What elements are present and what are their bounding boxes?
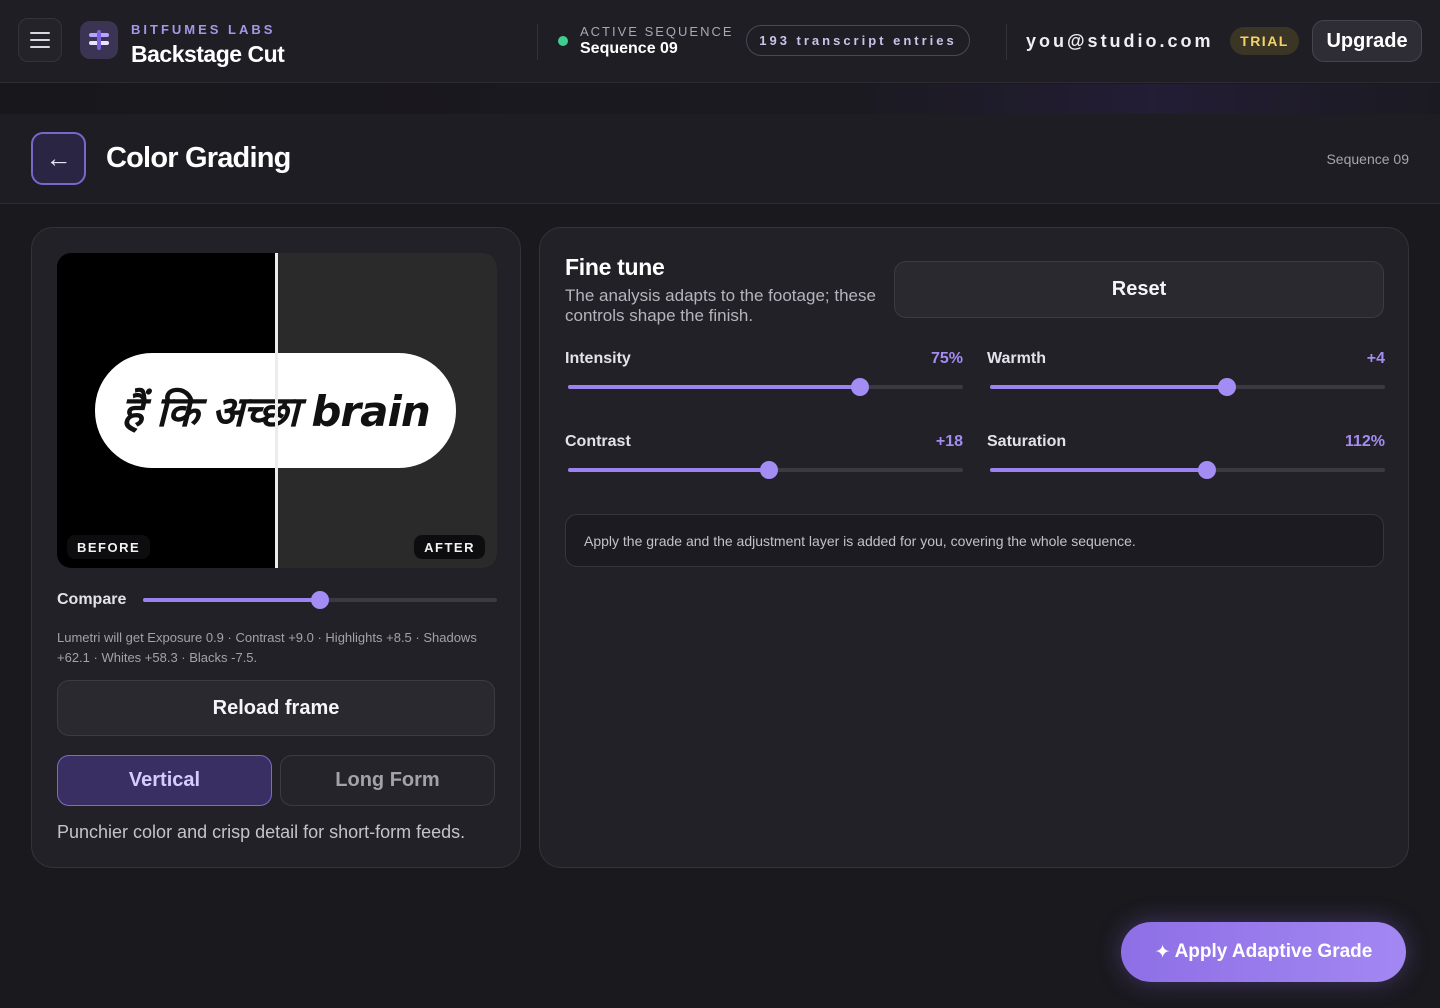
slider-thumb[interactable] <box>311 591 329 609</box>
compare-label: Compare <box>57 591 127 608</box>
intensity-control: Intensity 75% <box>565 350 963 410</box>
slider-fill <box>990 385 1227 389</box>
divider <box>1006 24 1007 60</box>
arrow-left-icon: ← <box>45 143 72 173</box>
reset-button[interactable]: Reset <box>894 261 1384 318</box>
active-sequence-label: ACTIVE SEQUENCE <box>580 24 734 39</box>
fine-tune-description: The analysis adapts to the footage; thes… <box>565 286 876 325</box>
warmth-slider[interactable] <box>990 378 1385 396</box>
warmth-label: Warmth <box>987 350 1046 367</box>
slider-fill <box>568 468 770 472</box>
after-badge: AFTER <box>414 535 485 559</box>
status-dot-icon <box>558 36 568 46</box>
compare-divider-handle[interactable] <box>275 253 278 568</box>
contrast-control: Contrast +18 <box>565 433 963 493</box>
intensity-value: 75% <box>930 350 963 367</box>
upgrade-button[interactable]: Upgrade <box>1312 20 1422 62</box>
mode-vertical-button[interactable]: Vertical <box>57 755 272 806</box>
sparkle-icon: ✦ <box>1154 941 1171 963</box>
menu-icon-line <box>30 32 50 34</box>
fine-tune-panel: Fine tune The analysis adapts to the foo… <box>539 227 1409 868</box>
warmth-control: Warmth +4 <box>987 350 1385 410</box>
divider <box>537 24 538 60</box>
slider-thumb[interactable] <box>851 378 870 396</box>
contrast-slider[interactable] <box>568 461 963 479</box>
intensity-label: Intensity <box>565 350 631 367</box>
fine-tune-title: Fine tune <box>565 254 665 280</box>
active-sequence-name: Sequence 09 <box>580 40 678 57</box>
before-after-preview: हैं कि अच्छा brain BEFORE AFTER <box>57 253 497 568</box>
compare-control: Compare <box>57 590 497 610</box>
warmth-value: +4 <box>1366 350 1385 367</box>
slider-thumb[interactable] <box>760 461 779 479</box>
compare-slider[interactable] <box>143 591 497 609</box>
saturation-control: Saturation 112% <box>987 433 1385 493</box>
header-glow <box>0 84 1440 114</box>
slider-fill <box>990 468 1208 472</box>
breadcrumb: Sequence 09 <box>1326 151 1409 167</box>
info-note: Apply the grade and the adjustment layer… <box>565 514 1384 567</box>
contrast-label: Contrast <box>565 433 631 450</box>
menu-icon-line <box>30 39 50 41</box>
user-email: you@studio.com <box>1026 31 1214 51</box>
app-title: Backstage Cut <box>131 41 285 67</box>
before-badge: BEFORE <box>67 535 151 559</box>
mode-long-form-button[interactable]: Long Form <box>280 755 495 806</box>
preview-panel: हैं कि अच्छा brain BEFORE AFTER Compare … <box>31 227 521 868</box>
mode-description: Punchier color and crisp detail for shor… <box>57 822 466 842</box>
slider-fill <box>143 598 320 602</box>
saturation-value: 112% <box>1344 433 1385 450</box>
saturation-label: Saturation <box>987 433 1067 450</box>
slider-fill <box>568 385 861 389</box>
apply-adaptive-grade-button[interactable]: ✦ Apply Adaptive Grade <box>1121 922 1406 982</box>
back-button[interactable]: ← <box>31 132 86 185</box>
menu-icon-line <box>30 46 50 48</box>
page-header: ← Color Grading Sequence 09 <box>0 114 1440 204</box>
contrast-value: +18 <box>935 433 963 450</box>
page-title: Color Grading <box>106 142 291 174</box>
apply-label: Apply Adaptive Grade <box>1174 941 1373 962</box>
brand-subtitle: BITFUMES LABS <box>131 22 276 37</box>
top-bar: BITFUMES LABS Backstage Cut ACTIVE SEQUE… <box>0 0 1440 83</box>
slider-thumb[interactable] <box>1198 461 1217 479</box>
lumetri-summary: Lumetri will get Exposure 0.9 · Contrast… <box>57 630 477 665</box>
intensity-slider[interactable] <box>568 378 963 396</box>
reload-frame-button[interactable]: Reload frame <box>57 680 495 736</box>
app-logo-icon <box>80 21 118 59</box>
trial-badge: TRIAL <box>1230 27 1299 55</box>
saturation-slider[interactable] <box>990 461 1385 479</box>
transcript-entries-badge: 193 transcript entries <box>746 25 970 56</box>
slider-thumb[interactable] <box>1218 378 1236 396</box>
menu-button[interactable] <box>18 18 62 62</box>
